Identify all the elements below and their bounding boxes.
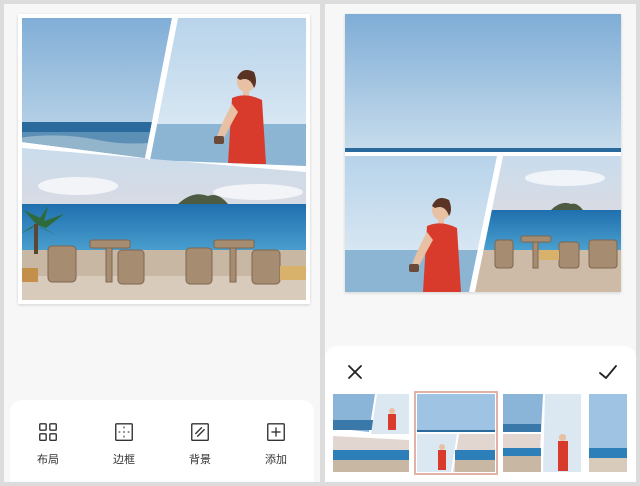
collage-editor-screen: 布局 边框 背景 添加 <box>4 4 320 482</box>
layout-picker-screen <box>325 4 636 482</box>
layout-grid-icon <box>39 423 57 441</box>
border-tool[interactable]: 边框 <box>94 421 154 467</box>
add-icon <box>267 423 285 441</box>
add-tool[interactable]: 添加 <box>246 421 306 467</box>
checkmark-icon[interactable] <box>596 360 620 384</box>
background-tool-label: 背景 <box>189 453 211 466</box>
photo-tile-sky[interactable] <box>345 14 621 152</box>
background-tool[interactable]: 背景 <box>170 421 230 467</box>
close-icon[interactable] <box>343 360 367 384</box>
layout-option-wide-top-two-bottom[interactable] <box>414 391 498 475</box>
layout-options-list <box>333 391 636 475</box>
photo-tile-cafe[interactable] <box>471 156 621 292</box>
layout-tool-label: 布局 <box>37 453 59 466</box>
background-icon <box>191 423 209 441</box>
layout-picker-sheet <box>325 346 636 482</box>
collage-svg <box>18 18 310 304</box>
layout-option-single-column[interactable] <box>589 394 627 472</box>
photo-tile-cafe[interactable] <box>18 144 310 304</box>
border-icon <box>115 423 133 441</box>
layout-tool[interactable]: 布局 <box>18 421 78 467</box>
border-tool-label: 边框 <box>113 453 135 466</box>
add-tool-label: 添加 <box>265 453 287 466</box>
editor-toolbar: 布局 边框 背景 添加 <box>10 400 314 482</box>
layout-option-three-diagonal[interactable] <box>503 394 581 472</box>
collage-svg <box>345 14 621 292</box>
photo-collage <box>345 14 621 292</box>
layout-option-diagonal-top[interactable] <box>333 394 409 472</box>
photo-collage <box>18 14 310 304</box>
